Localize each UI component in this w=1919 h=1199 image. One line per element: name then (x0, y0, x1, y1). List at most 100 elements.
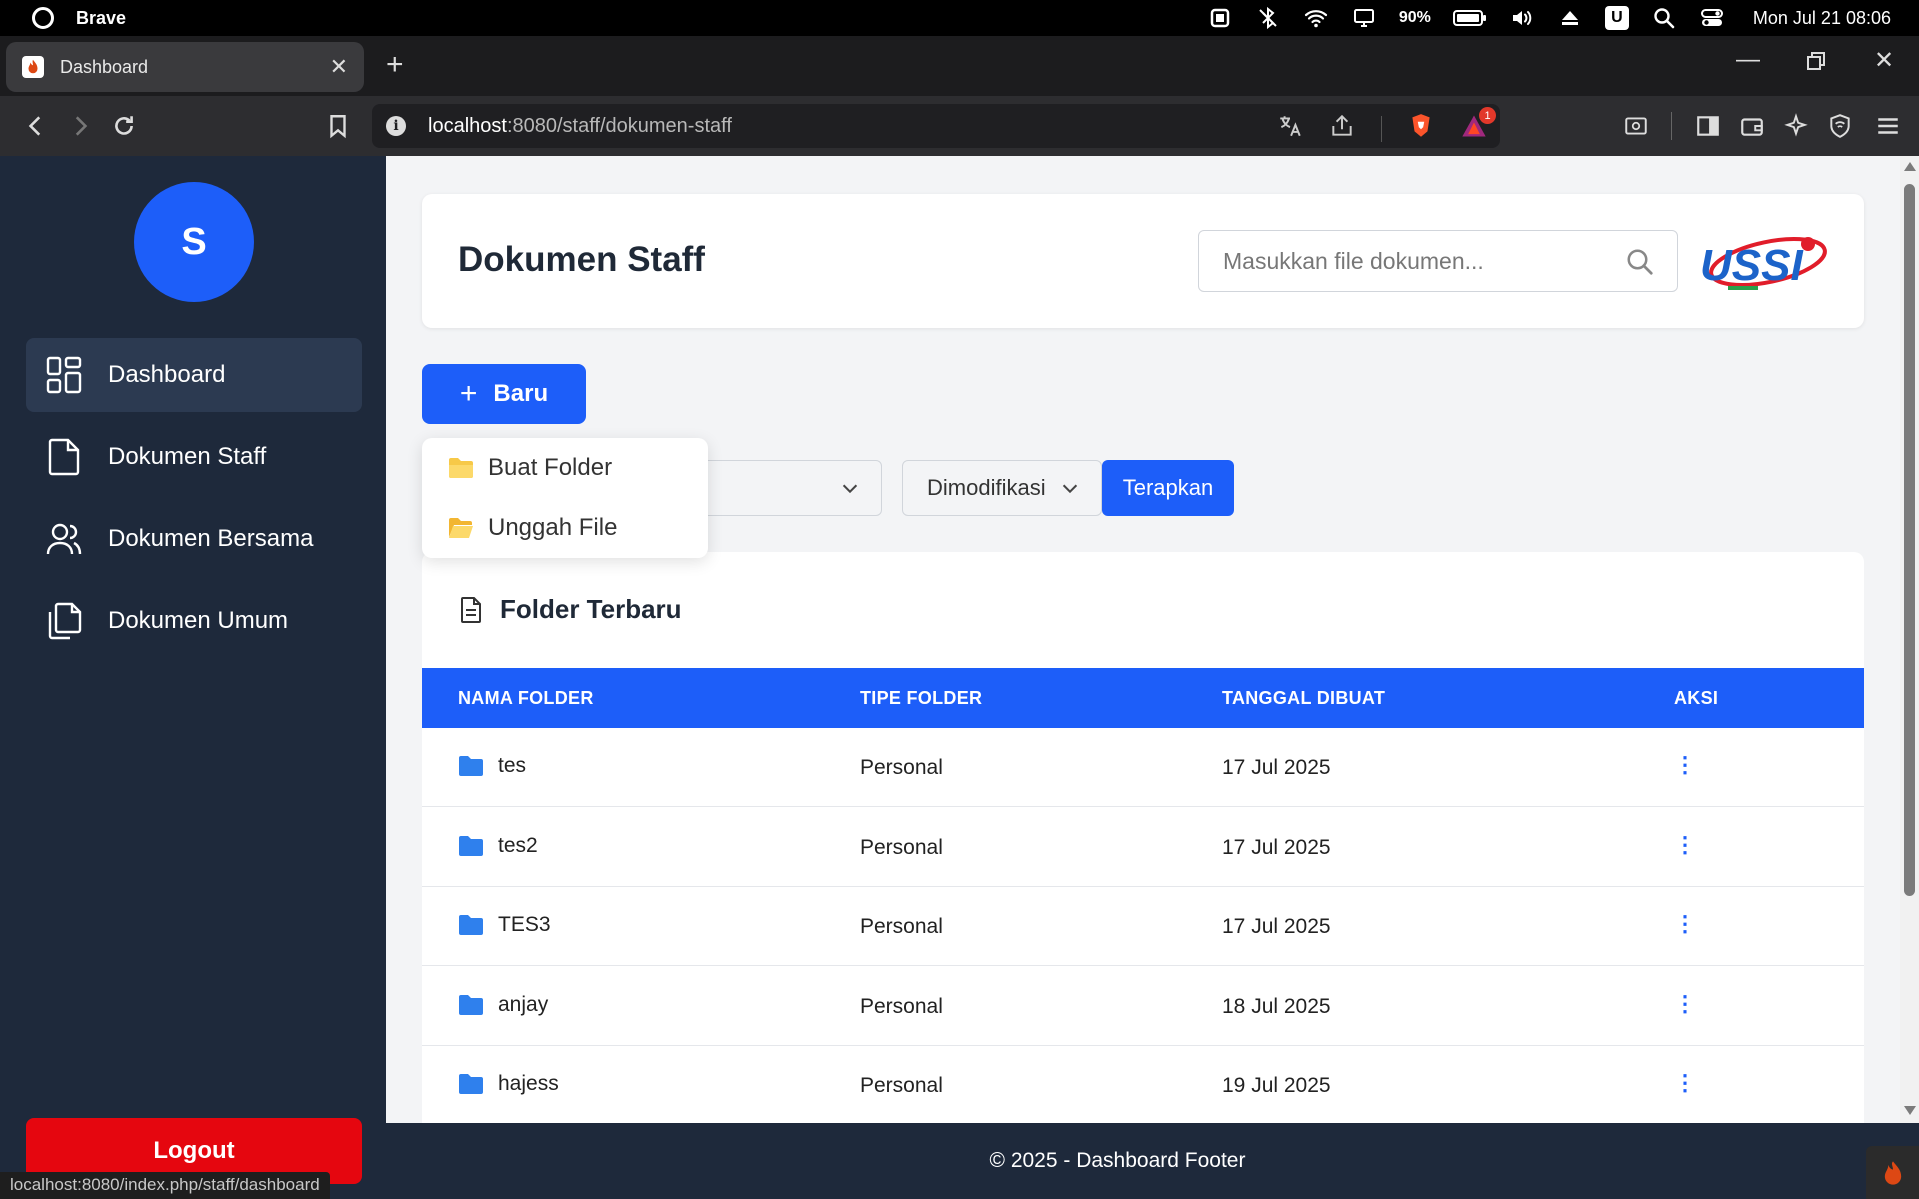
folder-name-cell[interactable]: tes (458, 754, 526, 778)
control-center-icon[interactable] (1699, 5, 1725, 31)
brave-rewards-icon[interactable]: 1 (1460, 107, 1496, 145)
bookmark-icon[interactable] (322, 110, 354, 142)
kebab-menu-icon[interactable]: ⋮ (1674, 832, 1696, 858)
site-info-icon[interactable]: i (386, 116, 406, 136)
folder-type-cell: Personal (860, 994, 943, 1018)
active-app-name[interactable]: Brave (76, 8, 126, 29)
leo-ai-icon[interactable] (1780, 110, 1812, 142)
logo-text: USSI (1700, 241, 1803, 290)
folder-name-cell[interactable]: hajess (458, 1072, 559, 1096)
sidebar-item-dashboard[interactable]: Dashboard (26, 338, 362, 412)
reload-icon[interactable] (108, 110, 140, 142)
folder-name[interactable]: hajess (498, 1072, 559, 1096)
folder-icon (449, 458, 473, 478)
sidebar-item-dokumen-umum[interactable]: Dokumen Umum (26, 584, 362, 658)
folder-name[interactable]: TES3 (498, 913, 551, 937)
kebab-menu-icon[interactable]: ⋮ (1674, 752, 1696, 778)
footer-text: © 2025 - Dashboard Footer (989, 1149, 1246, 1172)
kebab-menu-icon[interactable]: ⋮ (1674, 1070, 1696, 1096)
new-tab-icon[interactable]: + (386, 48, 404, 82)
menu-icon[interactable] (1872, 110, 1904, 142)
forward-icon[interactable] (64, 110, 96, 142)
menu-item-upload-file[interactable]: Unggah File (448, 508, 617, 548)
battery-icon[interactable] (1452, 5, 1487, 31)
page-footer: © 2025 - Dashboard Footer (386, 1123, 1919, 1199)
folder-name[interactable]: tes (498, 754, 526, 778)
table-row[interactable]: TES3 Personal 17 Jul 2025 ⋮ (422, 887, 1864, 966)
copy-icon (46, 601, 82, 641)
ussi-logo: USSI (1700, 237, 1827, 290)
address-bar[interactable]: i localhost:8080/staff/dokumen-staff 1 (372, 104, 1500, 148)
column-header-name[interactable]: NAMA FOLDER (458, 688, 594, 709)
wallet-icon[interactable] (1736, 110, 1768, 142)
avatar[interactable]: S (134, 182, 254, 302)
folder-type-cell: Personal (860, 1074, 943, 1097)
folder-name-cell[interactable]: anjay (458, 993, 548, 1017)
new-button[interactable]: + Baru (422, 364, 586, 424)
scroll-up-icon[interactable] (1904, 162, 1916, 171)
reader-icon[interactable] (1620, 110, 1652, 142)
volume-icon[interactable] (1509, 5, 1535, 31)
back-icon[interactable] (20, 110, 52, 142)
sidebar-item-label: Dokumen Umum (108, 607, 289, 634)
debug-toolbar-icon[interactable] (1866, 1146, 1919, 1199)
sidebar-item-dokumen-staff[interactable]: Dokumen Staff (26, 420, 362, 494)
folder-type-cell: Personal (860, 756, 943, 779)
users-icon (46, 519, 82, 559)
clock[interactable]: Mon Jul 21 08:06 (1753, 8, 1891, 29)
menu-item-create-folder[interactable]: Buat Folder (448, 448, 612, 488)
search-input[interactable] (1223, 247, 1613, 275)
close-window-icon[interactable]: ✕ (1874, 46, 1894, 75)
sidebar-toggle-icon[interactable] (1692, 110, 1724, 142)
status-bar-link: localhost:8080/index.php/staff/dashboard (0, 1172, 330, 1199)
url-host: localhost (428, 114, 507, 137)
scrollbar-thumb[interactable] (1904, 184, 1915, 896)
table-row[interactable]: hajess Personal 19 Jul 2025 ⋮ (422, 1046, 1864, 1123)
search-icon[interactable] (1651, 5, 1677, 31)
wifi-icon[interactable] (1303, 5, 1329, 31)
kebab-menu-icon[interactable]: ⋮ (1674, 991, 1696, 1017)
extension-u-icon[interactable]: U (1604, 6, 1629, 30)
eject-icon[interactable] (1557, 5, 1583, 31)
column-header-type[interactable]: TIPE FOLDER (860, 688, 982, 709)
table-header: NAMA FOLDER TIPE FOLDER TANGGAL DIBUAT A… (422, 668, 1864, 728)
folder-icon (459, 1074, 483, 1094)
restore-icon[interactable] (1806, 50, 1826, 78)
search-icon[interactable] (1625, 247, 1655, 277)
display-icon[interactable] (1351, 5, 1377, 31)
browser-toolbar: i localhost:8080/staff/dokumen-staff 1 (0, 96, 1919, 156)
activities-icon[interactable] (32, 7, 54, 29)
folder-name[interactable]: anjay (498, 993, 548, 1017)
apply-button[interactable]: Terapkan (1102, 460, 1234, 516)
bluetooth-off-icon[interactable] (1255, 5, 1281, 31)
chevron-down-icon (1062, 484, 1078, 494)
brave-shields-icon[interactable] (1408, 112, 1434, 146)
table-row[interactable]: anjay Personal 18 Jul 2025 ⋮ (422, 967, 1864, 1046)
menu-item-label: Unggah File (488, 514, 618, 541)
page-scrollbar[interactable] (1900, 156, 1919, 1123)
main-content: Dokumen Staff USSI + Baru Dimodifikasi T… (386, 156, 1900, 1123)
screen-record-icon[interactable] (1207, 5, 1233, 31)
codeigniter-favicon-icon (22, 56, 44, 78)
scroll-down-icon[interactable] (1904, 1106, 1916, 1115)
sidebar-item-dokumen-bersama[interactable]: Dokumen Bersama (26, 502, 362, 576)
folder-name[interactable]: tes2 (498, 834, 538, 858)
table-row[interactable]: tes Personal 17 Jul 2025 ⋮ (422, 728, 1864, 807)
page-title: Dokumen Staff (458, 240, 705, 279)
sort-select[interactable]: Dimodifikasi (902, 460, 1102, 516)
table-row[interactable]: tes2 Personal 17 Jul 2025 ⋮ (422, 808, 1864, 887)
folder-name-cell[interactable]: tes2 (458, 834, 538, 858)
vpn-icon[interactable] (1824, 110, 1856, 142)
chevron-down-icon (842, 484, 858, 494)
column-header-date[interactable]: TANGGAL DIBUAT (1222, 688, 1385, 709)
battery-percentage: 90% (1398, 9, 1431, 26)
browser-tab[interactable]: Dashboard ✕ (6, 42, 364, 92)
translate-icon[interactable] (1277, 113, 1303, 145)
search-box[interactable] (1198, 230, 1678, 292)
folder-name-cell[interactable]: TES3 (458, 913, 551, 937)
rewards-badge: 1 (1479, 107, 1496, 124)
close-tab-icon[interactable]: ✕ (330, 54, 348, 80)
share-icon[interactable] (1329, 113, 1355, 145)
kebab-menu-icon[interactable]: ⋮ (1674, 911, 1696, 937)
minimize-icon[interactable]: — (1736, 46, 1760, 74)
